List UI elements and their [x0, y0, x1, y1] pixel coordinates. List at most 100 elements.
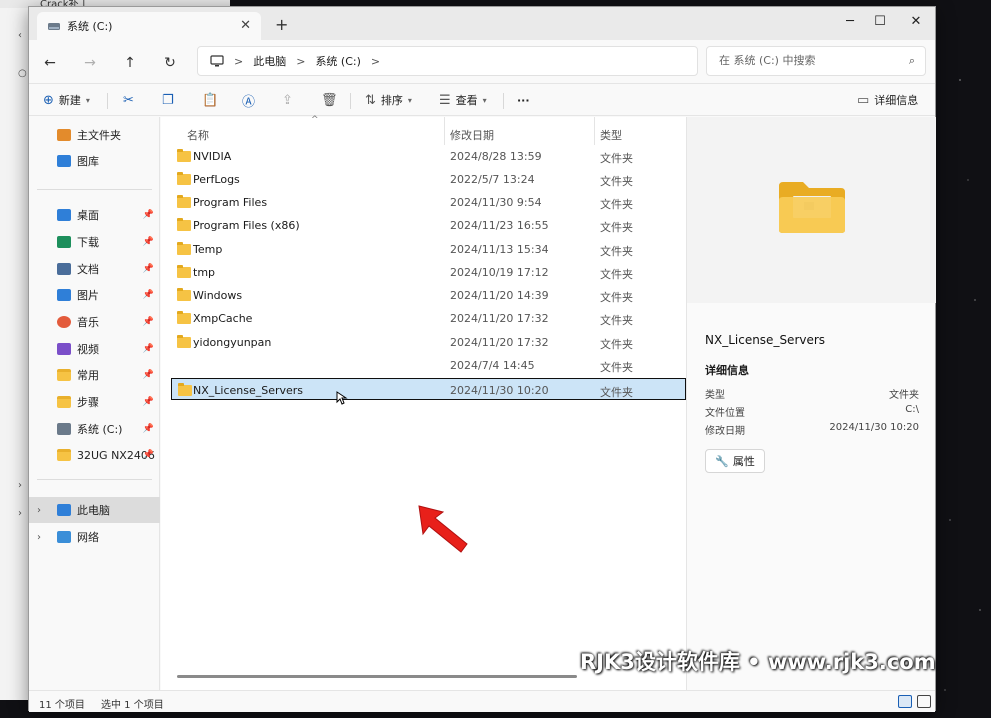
sidebar-item-label: 视频	[77, 343, 99, 356]
breadcrumb-this-pc[interactable]: 此电脑	[253, 53, 286, 69]
cut-button[interactable]: ✂	[123, 91, 134, 109]
sidebar-item-common[interactable]: 常用 📌	[29, 363, 160, 387]
file-type: 文件夹	[600, 338, 633, 351]
up-button[interactable]: ↑	[119, 52, 141, 74]
column-header-name[interactable]: 名称	[187, 127, 209, 143]
table-row[interactable]: PerfLogs 2022/5/7 13:24 文件夹	[173, 168, 686, 190]
maximize-button[interactable]: ☐	[865, 11, 895, 33]
trash-icon: 🗑	[321, 92, 338, 108]
details-pane: NX_License_Servers 详细信息 类型 文件夹 文件位置 C:\ …	[686, 117, 936, 690]
pin-icon: 📌	[142, 450, 154, 460]
rename-button[interactable]: Ⓐ	[242, 91, 255, 110]
file-type: 文件夹	[600, 175, 633, 188]
sidebar-item-this-pc[interactable]: › 此电脑	[29, 497, 160, 523]
breadcrumb-system-c[interactable]: 系统 (C:)	[315, 53, 360, 69]
column-divider[interactable]	[594, 117, 595, 145]
command-bar: ⊕ 新建 ▾ ✂ ❐ 📋 Ⓐ ⇪ 🗑 ⇅ 排序 ▾ ☰ 查看 ▾ ··· ▭ 详…	[29, 84, 935, 116]
share-button[interactable]: ⇪	[282, 91, 293, 109]
horizontal-scrollbar[interactable]	[177, 675, 577, 678]
status-bar: 11 个项目 选中 1 个项目	[29, 690, 935, 712]
details-view-button[interactable]	[898, 695, 912, 708]
table-row[interactable]: yidongyunpan 2024/11/20 17:32 文件夹	[173, 331, 686, 353]
copy-button[interactable]: ❐	[162, 91, 174, 109]
chevron-right-icon[interactable]: ›	[37, 505, 41, 516]
chevron-down-icon: ▾	[482, 95, 487, 105]
sidebar-item-videos[interactable]: 视频 📌	[29, 337, 160, 361]
properties-button[interactable]: 🔧 属性	[705, 449, 765, 473]
mouse-cursor-icon	[336, 391, 348, 405]
refresh-button[interactable]: ↻	[159, 52, 181, 74]
pc-icon	[210, 55, 224, 67]
sidebar-item-documents[interactable]: 文档 📌	[29, 257, 160, 281]
file-type: 文件夹	[600, 268, 633, 281]
sidebar-item-music[interactable]: 音乐 📌	[29, 310, 160, 334]
sidebar-item-label: 图片	[77, 289, 99, 302]
file-date: 2024/11/20 17:32	[450, 312, 549, 325]
background-window-mark: ›	[18, 480, 22, 491]
sidebar-item-steps[interactable]: 步骤 📌	[29, 390, 160, 414]
file-date: 2024/11/20 17:32	[450, 336, 549, 349]
column-header-date[interactable]: 修改日期	[450, 127, 494, 143]
table-row[interactable]: tmp 2024/10/19 17:12 文件夹	[173, 261, 686, 283]
breadcrumb-separator[interactable]: >	[371, 55, 380, 68]
delete-button[interactable]: 🗑	[321, 91, 338, 109]
new-tab-button[interactable]: +	[275, 15, 288, 34]
paste-icon: 📋	[202, 92, 219, 108]
file-date: 2024/11/30 10:20	[450, 384, 549, 397]
toolbar-divider	[107, 93, 108, 109]
view-label: 查看	[455, 94, 478, 107]
sidebar-item-gallery[interactable]: 图库	[29, 149, 160, 173]
drive-icon	[57, 423, 71, 435]
sidebar-item-network[interactable]: › 网络	[29, 525, 160, 549]
more-options-button[interactable]: ···	[517, 91, 530, 109]
sidebar-item-downloads[interactable]: 下载 📌	[29, 230, 160, 254]
sidebar-item-desktop[interactable]: 桌面 📌	[29, 203, 160, 227]
close-window-button[interactable]: ✕	[901, 11, 931, 33]
chevron-right-icon[interactable]: ›	[37, 532, 41, 543]
table-row[interactable]: Program Files 2024/11/30 9:54 文件夹	[173, 191, 686, 213]
file-type: 文件夹	[600, 361, 633, 374]
file-name: Windows	[193, 289, 243, 302]
sort-button[interactable]: ⇅ 排序 ▾	[365, 91, 412, 109]
file-type: 文件夹	[600, 198, 633, 211]
search-input[interactable]: 在 系统 (C:) 中搜索 ⌕	[706, 46, 926, 76]
table-row-selected[interactable]: NX_License_Servers 2024/11/30 10:20 文件夹	[171, 378, 686, 400]
background-window-mark: ›	[18, 508, 22, 519]
paste-button[interactable]: 📋	[202, 91, 218, 109]
large-folder-icon	[779, 182, 845, 233]
table-row[interactable]: 2024/7/4 14:45 文件夹	[173, 354, 686, 376]
tab-system-c[interactable]: 系统 (C:) ✕	[37, 12, 261, 40]
folder-icon	[57, 369, 71, 381]
table-row[interactable]: NVIDIA 2024/8/28 13:59 文件夹	[173, 145, 686, 167]
file-date: 2024/10/19 17:12	[450, 266, 549, 279]
copy-icon: ❐	[162, 92, 174, 108]
details-pane-button[interactable]: ▭ 详细信息	[857, 91, 918, 109]
table-row[interactable]: Windows 2024/11/20 14:39 文件夹	[173, 284, 686, 306]
file-date: 2024/11/30 9:54	[450, 196, 542, 209]
sidebar-item-label: 桌面	[77, 209, 99, 222]
back-button[interactable]: ←	[39, 52, 61, 74]
view-button[interactable]: ☰ 查看 ▾	[439, 91, 487, 109]
tiles-view-button[interactable]	[917, 695, 931, 708]
file-type: 文件夹	[600, 314, 633, 327]
column-header-type[interactable]: 类型	[600, 127, 622, 143]
table-row[interactable]: Program Files (x86) 2024/11/23 16:55 文件夹	[173, 214, 686, 236]
pin-icon: 📌	[142, 424, 154, 434]
sidebar-item-home[interactable]: 主文件夹	[29, 123, 160, 147]
column-divider[interactable]	[444, 117, 445, 145]
details-value: C:\	[905, 404, 919, 415]
tab-close-icon[interactable]: ✕	[240, 18, 251, 33]
sidebar-item-32ug-nx2406[interactable]: 32UG NX2406 📌	[29, 443, 160, 467]
pin-icon: 📌	[142, 290, 154, 300]
red-arrow-annotation	[418, 505, 468, 553]
new-button[interactable]: ⊕ 新建 ▾	[43, 91, 90, 109]
table-row[interactable]: XmpCache 2024/11/20 17:32 文件夹	[173, 307, 686, 329]
table-row[interactable]: Temp 2024/11/13 15:34 文件夹	[173, 238, 686, 260]
nav-divider	[37, 479, 152, 480]
sidebar-item-system-c[interactable]: 系统 (C:) 📌	[29, 417, 160, 441]
address-bar[interactable]: > 此电脑 > 系统 (C:) >	[197, 46, 698, 76]
forward-button[interactable]: →	[79, 52, 101, 74]
folder-icon	[178, 383, 192, 396]
minimize-button[interactable]: ─	[835, 11, 865, 33]
sidebar-item-pictures[interactable]: 图片 📌	[29, 283, 160, 307]
